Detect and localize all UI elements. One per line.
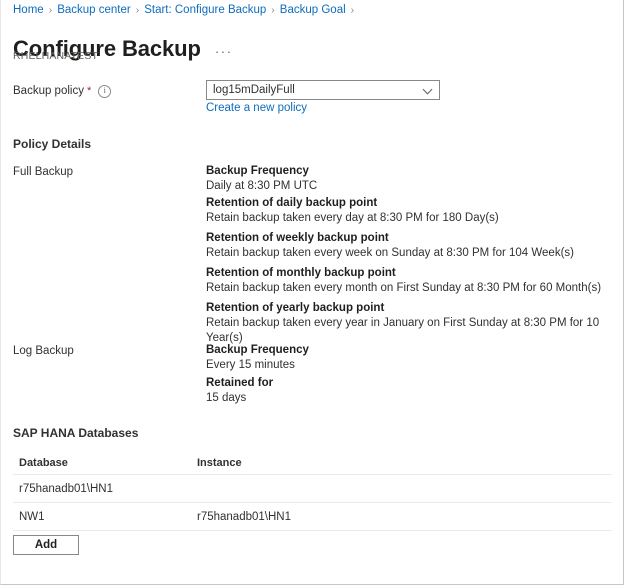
breadcrumb-separator-icon: › [351,2,355,18]
detail-title: Retention of weekly backup point [206,231,616,246]
sap-hana-databases-heading: SAP HANA Databases [13,425,138,441]
detail-title: Retention of daily backup point [206,196,616,211]
create-new-policy-link[interactable]: Create a new policy [206,100,307,116]
breadcrumb-separator-icon: › [271,2,275,18]
add-button[interactable]: Add [13,535,79,555]
cell-instance: r75hanadb01\HN1 [196,511,612,523]
table-header-row: Database Instance [13,452,612,475]
detail-text: Retain backup taken every day at 8:30 PM… [206,211,616,226]
detail-text: Retain backup taken every year in Januar… [206,316,616,346]
backup-policy-label-text: Backup policy [13,83,84,99]
databases-table: Database Instance r75hanadb01\HN1 NW1 r7… [13,452,612,531]
backup-policy-selected-value: log15mDailyFull [213,84,423,96]
yearly-retention-block: Retention of yearly backup point Retain … [206,301,616,346]
breadcrumb: Home › Backup center › Start: Configure … [13,2,359,18]
backup-policy-label: Backup policy * i [13,83,111,99]
column-header-database: Database [13,457,196,469]
breadcrumb-separator-icon: › [49,2,53,18]
weekly-retention-block: Retention of weekly backup point Retain … [206,231,616,261]
breadcrumb-separator-icon: › [136,2,140,18]
breadcrumb-item-home[interactable]: Home [13,2,44,18]
backup-policy-dropdown[interactable]: log15mDailyFull [206,80,440,100]
required-marker: * [87,83,91,99]
full-backup-frequency-block: Backup Frequency Daily at 8:30 PM UTC [206,164,616,194]
daily-retention-block: Retention of daily backup point Retain b… [206,196,616,226]
policy-details-heading: Policy Details [13,136,91,152]
detail-text: Retain backup taken every month on First… [206,281,616,296]
cell-database: NW1 [13,511,196,523]
log-backup-label: Log Backup [13,343,74,359]
cell-database: r75hanadb01\HN1 [13,483,196,495]
detail-title: Retention of monthly backup point [206,266,616,281]
breadcrumb-item-start-configure-backup[interactable]: Start: Configure Backup [144,2,266,18]
detail-title: Backup Frequency [206,343,616,358]
page-subtitle: RHELHANATEST [13,49,98,63]
table-row[interactable]: r75hanadb01\HN1 [13,475,612,503]
detail-text: 15 days [206,391,616,406]
detail-text: Retain backup taken every week on Sunday… [206,246,616,261]
info-icon[interactable]: i [98,85,111,98]
detail-title: Backup Frequency [206,164,616,179]
monthly-retention-block: Retention of monthly backup point Retain… [206,266,616,296]
log-backup-frequency-block: Backup Frequency Every 15 minutes [206,343,616,373]
configure-backup-page: Home › Backup center › Start: Configure … [0,0,624,585]
breadcrumb-item-backup-center[interactable]: Backup center [57,2,131,18]
detail-text: Daily at 8:30 PM UTC [206,179,616,194]
log-backup-retention-block: Retained for 15 days [206,376,616,406]
breadcrumb-item-backup-goal[interactable]: Backup Goal [280,2,346,18]
detail-title: Retention of yearly backup point [206,301,616,316]
more-options-icon[interactable]: ··· [215,38,233,59]
table-row[interactable]: NW1 r75hanadb01\HN1 [13,503,612,531]
chevron-down-icon [423,85,433,95]
full-backup-label: Full Backup [13,164,73,180]
detail-title: Retained for [206,376,616,391]
column-header-instance: Instance [196,457,612,469]
detail-text: Every 15 minutes [206,358,616,373]
